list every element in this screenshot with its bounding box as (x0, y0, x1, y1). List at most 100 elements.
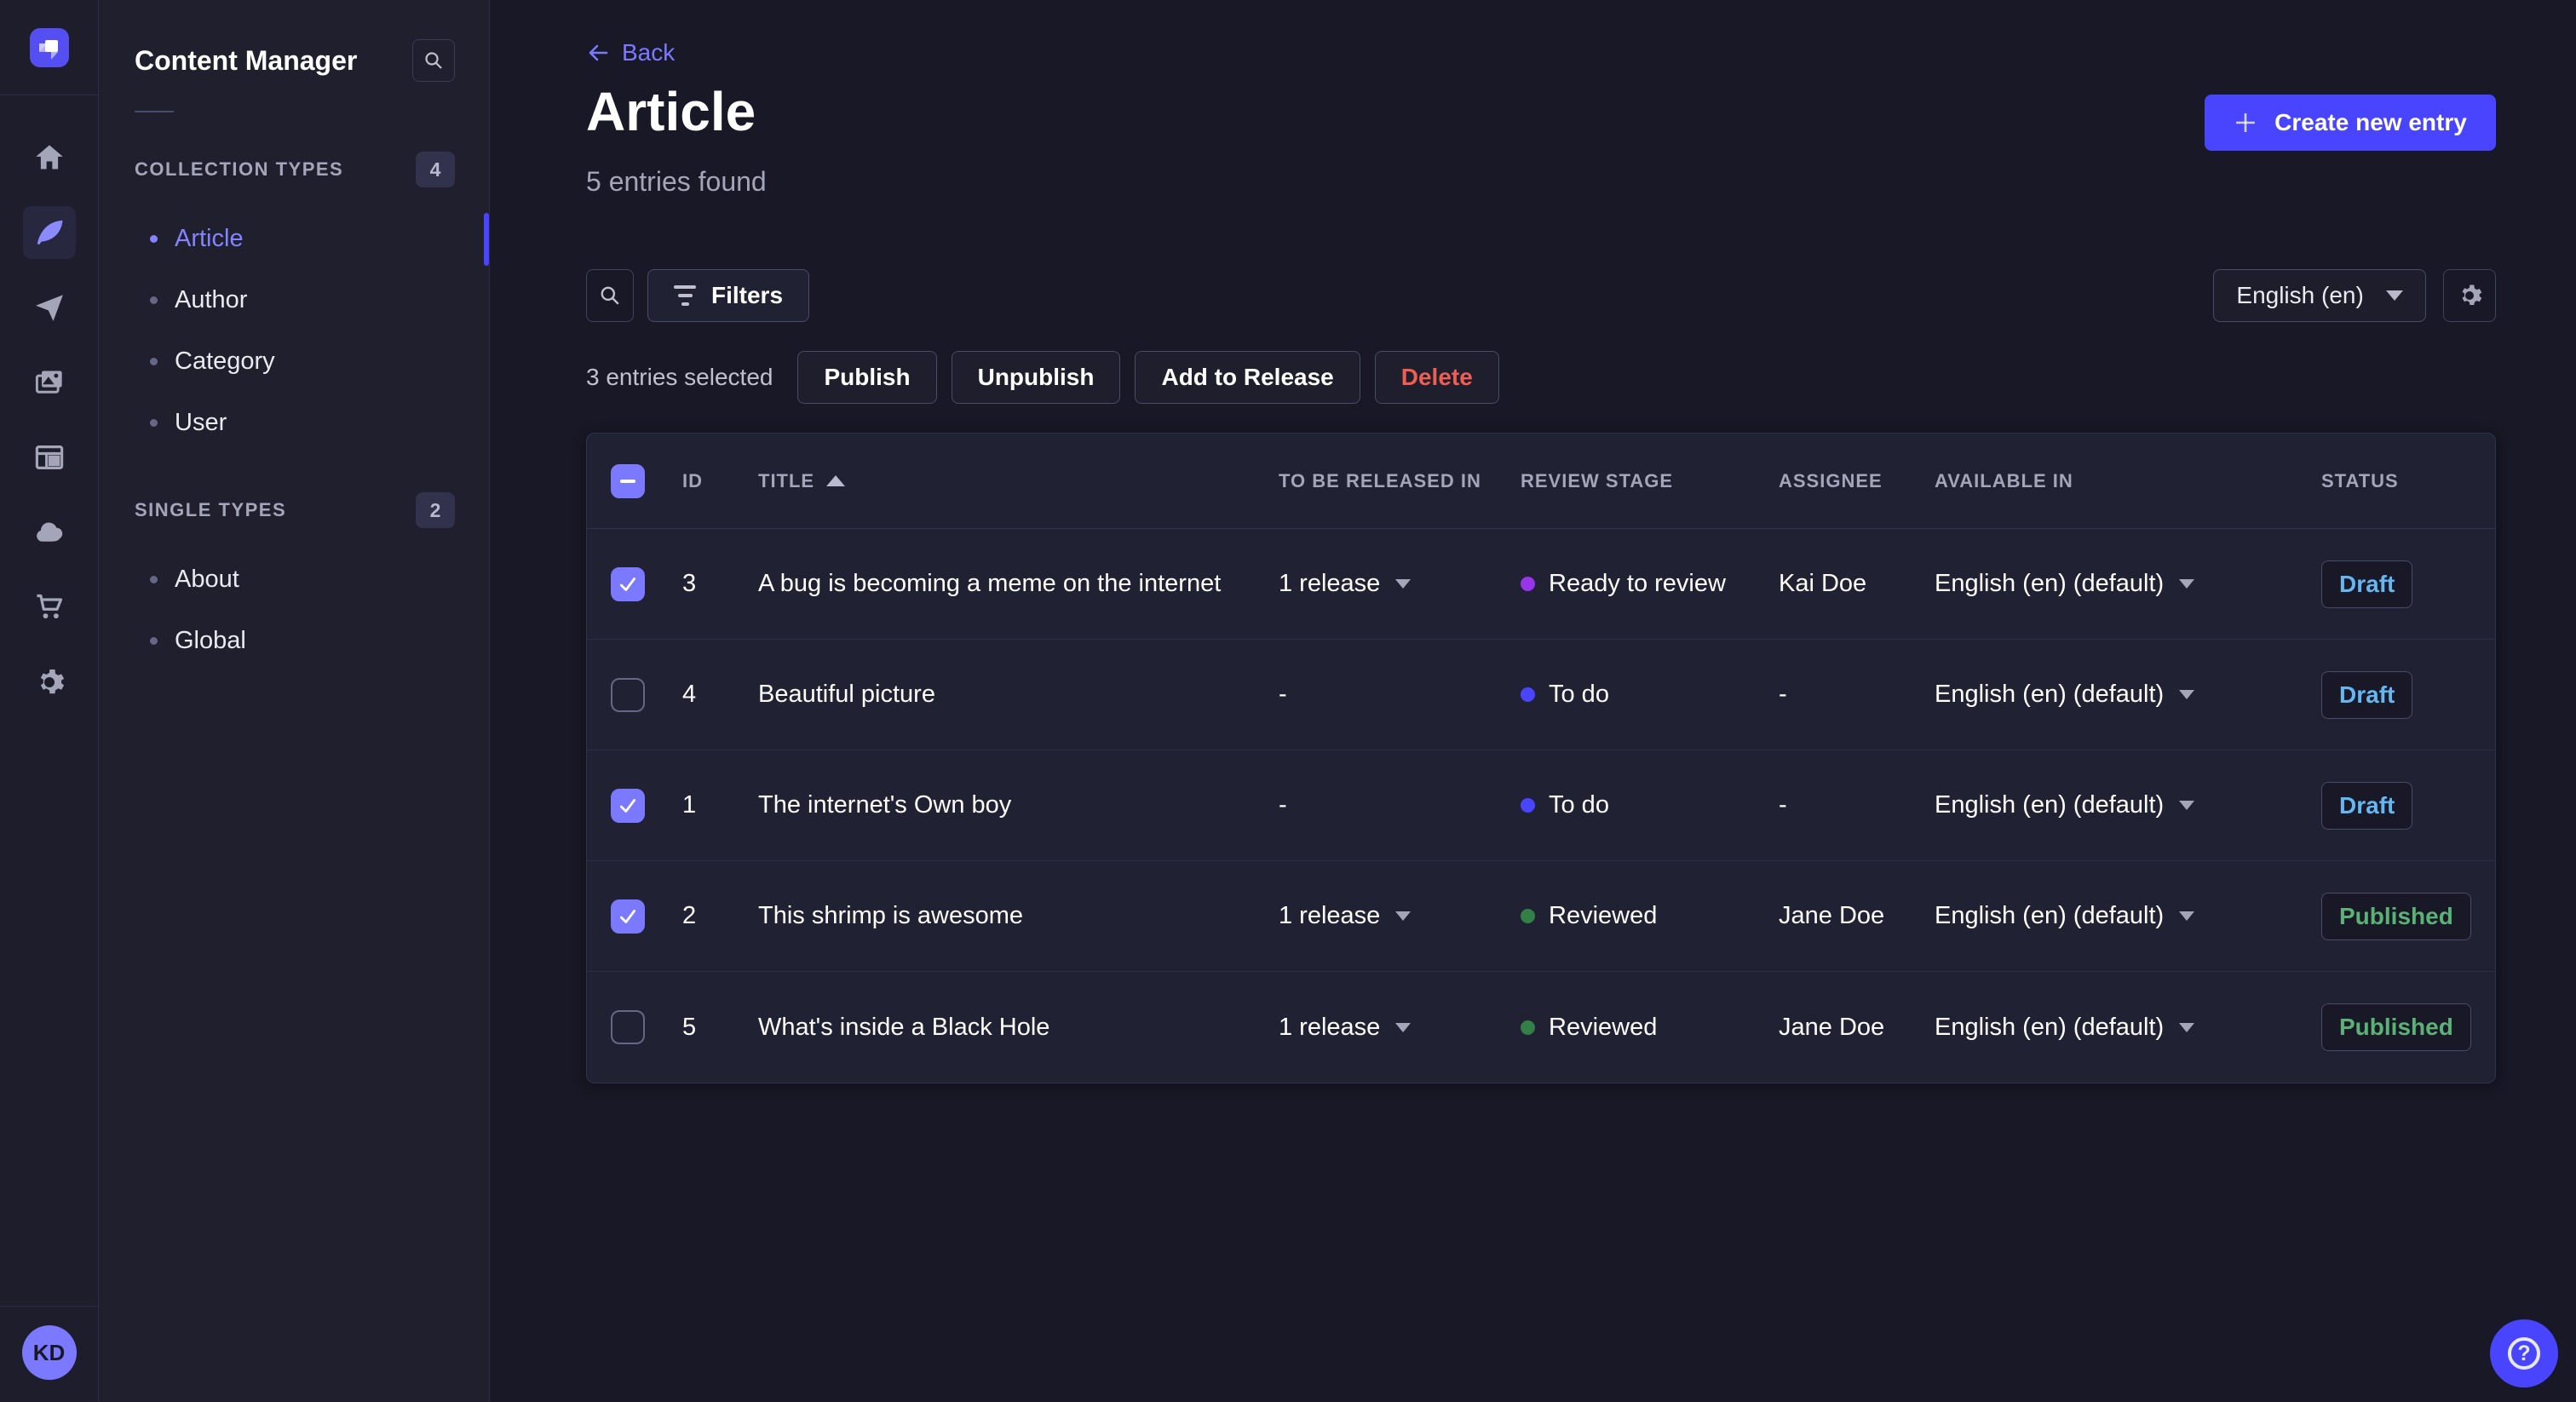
bullet-icon (150, 636, 158, 645)
cell-available-in[interactable]: English (en) (default) (1935, 791, 2321, 819)
stage-dot-icon (1521, 577, 1535, 591)
cell-available-in[interactable]: English (en) (default) (1935, 681, 2321, 709)
check-icon (619, 577, 636, 591)
rail-icon-list (22, 131, 76, 709)
check-icon (619, 909, 636, 923)
table-row[interactable]: 5 What's inside a Black Hole 1 release R… (587, 972, 2495, 1083)
sidebar-item-about[interactable]: About (135, 549, 455, 610)
sidebar-item-article[interactable]: Article (135, 208, 489, 269)
content-manager-icon[interactable] (22, 206, 76, 259)
question-mark-icon: ? (2508, 1337, 2540, 1370)
plus-icon (2236, 113, 2256, 132)
purchases-cart-icon[interactable] (23, 581, 76, 634)
stage-dot-icon (1521, 1020, 1535, 1035)
column-header-status[interactable]: STATUS (2321, 470, 2471, 492)
strapi-logo-icon[interactable] (29, 27, 69, 67)
search-icon (425, 52, 442, 69)
single-types-list: About Global (135, 549, 455, 671)
single-types-label: SINGLE TYPES (135, 499, 287, 520)
entries-count-subtitle: 5 entries found (586, 166, 767, 197)
gear-icon (2462, 284, 2482, 305)
stage-dot-icon (1521, 909, 1535, 923)
unpublish-button[interactable]: Unpublish (951, 351, 1121, 404)
column-header-assignee[interactable]: ASSIGNEE (1779, 470, 1935, 492)
row-checkbox[interactable] (611, 788, 645, 823)
search-button[interactable] (586, 269, 634, 322)
stage-dot-icon (1521, 798, 1535, 813)
collection-types-section: COLLECTION TYPES 4 Article Author Category… (99, 152, 489, 453)
publish-button[interactable]: Publish (797, 351, 937, 404)
chevron-down-icon (1395, 911, 1412, 921)
chevron-down-icon (1395, 579, 1412, 589)
locale-select[interactable]: English (en) (2213, 269, 2426, 322)
filters-button[interactable]: Filters (647, 269, 810, 322)
cell-title: A bug is becoming a meme on the internet (758, 570, 1222, 597)
chevron-down-icon (2385, 290, 2403, 301)
cell-release[interactable]: - (1279, 791, 1521, 819)
sidebar-search-button[interactable] (412, 39, 455, 82)
home-icon[interactable] (23, 131, 76, 184)
user-avatar[interactable]: KD (21, 1325, 77, 1380)
cell-title: The internet's Own boy (758, 791, 1012, 819)
single-types-count-badge: 2 (416, 492, 455, 528)
column-header-title[interactable]: TITLE (758, 470, 1279, 492)
entries-table: ID TITLE TO BE RELEASED IN REVIEW STAGE … (586, 433, 2496, 1083)
media-library-icon[interactable] (23, 356, 76, 409)
delete-button[interactable]: Delete (1374, 351, 1499, 404)
help-button[interactable]: ? (2490, 1319, 2558, 1388)
row-checkbox[interactable] (611, 566, 645, 601)
cell-id: 2 (682, 902, 697, 929)
chevron-down-icon (2179, 801, 2195, 810)
table-row[interactable]: 4 Beautiful picture - To do - English (e… (587, 640, 2495, 750)
logo-section (0, 0, 98, 95)
cell-release[interactable]: 1 release (1279, 570, 1521, 598)
column-header-available-in[interactable]: AVAILABLE IN (1935, 470, 2321, 492)
filter-icon (674, 285, 696, 306)
cell-review-stage: Ready to review (1521, 570, 1779, 598)
view-settings-button[interactable] (2442, 269, 2496, 322)
row-checkbox[interactable] (611, 677, 645, 712)
back-link[interactable]: Back (586, 39, 675, 66)
cell-release[interactable]: 1 release (1279, 902, 1521, 930)
sidebar-item-user[interactable]: User (135, 392, 455, 453)
row-checkbox[interactable] (611, 899, 645, 934)
cell-id: 3 (682, 570, 697, 597)
cell-release[interactable]: 1 release (1279, 1014, 1521, 1042)
cell-available-in[interactable]: English (en) (default) (1935, 570, 2321, 598)
deploy-cloud-icon[interactable] (23, 506, 76, 559)
column-header-to-be-released-in[interactable]: TO BE RELEASED IN (1279, 470, 1521, 492)
cell-assignee: - (1779, 791, 1787, 819)
column-header-id[interactable]: ID (682, 470, 758, 492)
cell-id: 4 (682, 681, 697, 708)
column-header-review-stage[interactable]: REVIEW STAGE (1521, 470, 1779, 492)
cell-title: Beautiful picture (758, 681, 935, 708)
select-all-checkbox[interactable] (611, 463, 645, 498)
selection-count-label: 3 entries selected (586, 364, 773, 390)
bullet-icon (150, 234, 158, 243)
cell-id: 1 (682, 791, 697, 819)
sidebar-item-global[interactable]: Global (135, 610, 455, 671)
chevron-down-icon (2179, 911, 2195, 921)
sidebar-item-category[interactable]: Category (135, 330, 455, 392)
sidebar-item-author[interactable]: Author (135, 269, 455, 330)
settings-gear-icon[interactable] (23, 656, 76, 709)
table-row[interactable]: 1 The internet's Own boy - To do - Engli… (587, 750, 2495, 861)
releases-icon[interactable] (23, 281, 76, 334)
content-type-builder-icon[interactable] (23, 431, 76, 484)
add-to-release-button[interactable]: Add to Release (1135, 351, 1360, 404)
status-badge: Published (2321, 1003, 2471, 1051)
cell-assignee: Jane Doe (1779, 902, 1885, 929)
cell-available-in[interactable]: English (en) (default) (1935, 1014, 2321, 1042)
cell-review-stage: To do (1521, 791, 1779, 819)
create-new-entry-button[interactable]: Create new entry (2205, 95, 2496, 151)
table-row[interactable]: 2 This shrimp is awesome 1 release Revie… (587, 861, 2495, 972)
chevron-down-icon (2179, 690, 2195, 699)
indeterminate-dash-icon (620, 479, 635, 483)
status-badge: Published (2321, 892, 2471, 940)
cell-available-in[interactable]: English (en) (default) (1935, 902, 2321, 930)
table-row[interactable]: 3 A bug is becoming a meme on the intern… (587, 529, 2495, 640)
row-checkbox[interactable] (611, 1010, 645, 1044)
cell-title: What's inside a Black Hole (758, 1013, 1050, 1041)
cell-assignee: Jane Doe (1779, 1013, 1885, 1041)
cell-release[interactable]: - (1279, 681, 1521, 709)
